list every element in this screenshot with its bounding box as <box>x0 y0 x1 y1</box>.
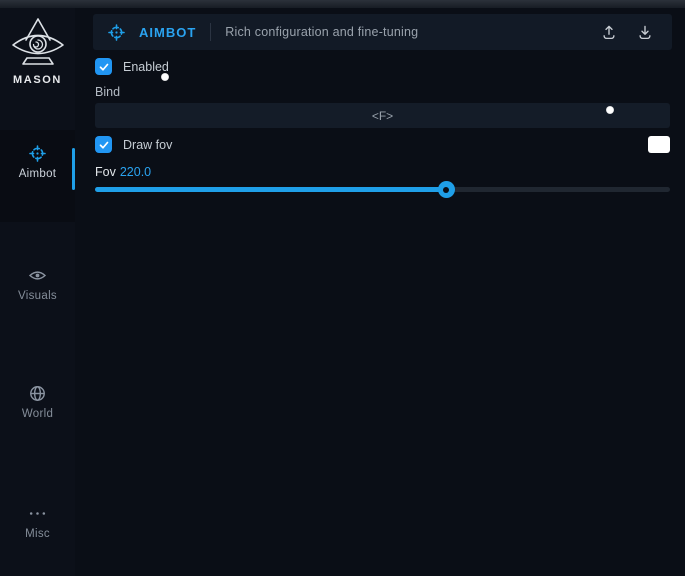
cursor-dot <box>161 73 169 81</box>
page-subtitle: Rich configuration and fine-tuning <box>225 25 418 39</box>
bind-label: Bind <box>95 85 120 99</box>
fov-label: Fov 220.0 <box>95 165 151 179</box>
logo: MASON <box>0 16 75 86</box>
page-title: AIMBOT <box>139 25 196 40</box>
window-top-edge <box>0 0 685 8</box>
check-icon <box>98 61 110 73</box>
eye-pyramid-logo-icon <box>9 16 67 72</box>
fov-slider-handle[interactable] <box>438 181 455 198</box>
globe-icon <box>28 384 47 403</box>
sidebar-item-label: Aimbot <box>19 168 57 180</box>
fov-slider-fill <box>95 187 446 192</box>
sidebar-item-label: Visuals <box>18 290 57 302</box>
fov-label-text: Fov <box>95 165 116 179</box>
particle-dot <box>606 106 614 114</box>
draw-fov-label: Draw fov <box>123 138 172 152</box>
bind-value: <F> <box>372 109 393 123</box>
crosshair-icon <box>28 144 47 163</box>
fov-color-swatch[interactable] <box>648 136 670 153</box>
sidebar: MASON Aimbot Visuals World <box>0 8 75 576</box>
page-header: AIMBOT Rich configuration and fine-tunin… <box>93 14 672 50</box>
export-config-button[interactable] <box>596 19 622 45</box>
upload-icon <box>600 23 618 41</box>
bind-input[interactable]: <F> <box>95 103 670 128</box>
sidebar-item-label: Misc <box>25 528 50 540</box>
draw-fov-checkbox[interactable] <box>95 136 112 153</box>
enabled-label: Enabled <box>123 60 169 74</box>
cheat-menu-window: MASON Aimbot Visuals World <box>0 0 685 576</box>
ellipsis-icon <box>28 504 47 523</box>
check-icon <box>98 139 110 151</box>
logo-text: MASON <box>0 74 75 86</box>
fov-value: 220.0 <box>120 165 151 179</box>
sidebar-item-visuals[interactable]: Visuals <box>0 266 75 302</box>
sidebar-item-label: World <box>22 408 53 420</box>
import-config-button[interactable] <box>632 19 658 45</box>
sidebar-item-aimbot[interactable]: Aimbot <box>0 144 75 180</box>
enabled-checkbox[interactable] <box>95 58 112 75</box>
download-icon <box>636 23 654 41</box>
header-divider <box>210 23 211 41</box>
sidebar-item-world[interactable]: World <box>0 384 75 420</box>
crosshair-icon <box>107 23 126 42</box>
sidebar-item-misc[interactable]: Misc <box>0 504 75 540</box>
fov-slider[interactable] <box>95 187 670 192</box>
eye-icon <box>28 266 47 285</box>
